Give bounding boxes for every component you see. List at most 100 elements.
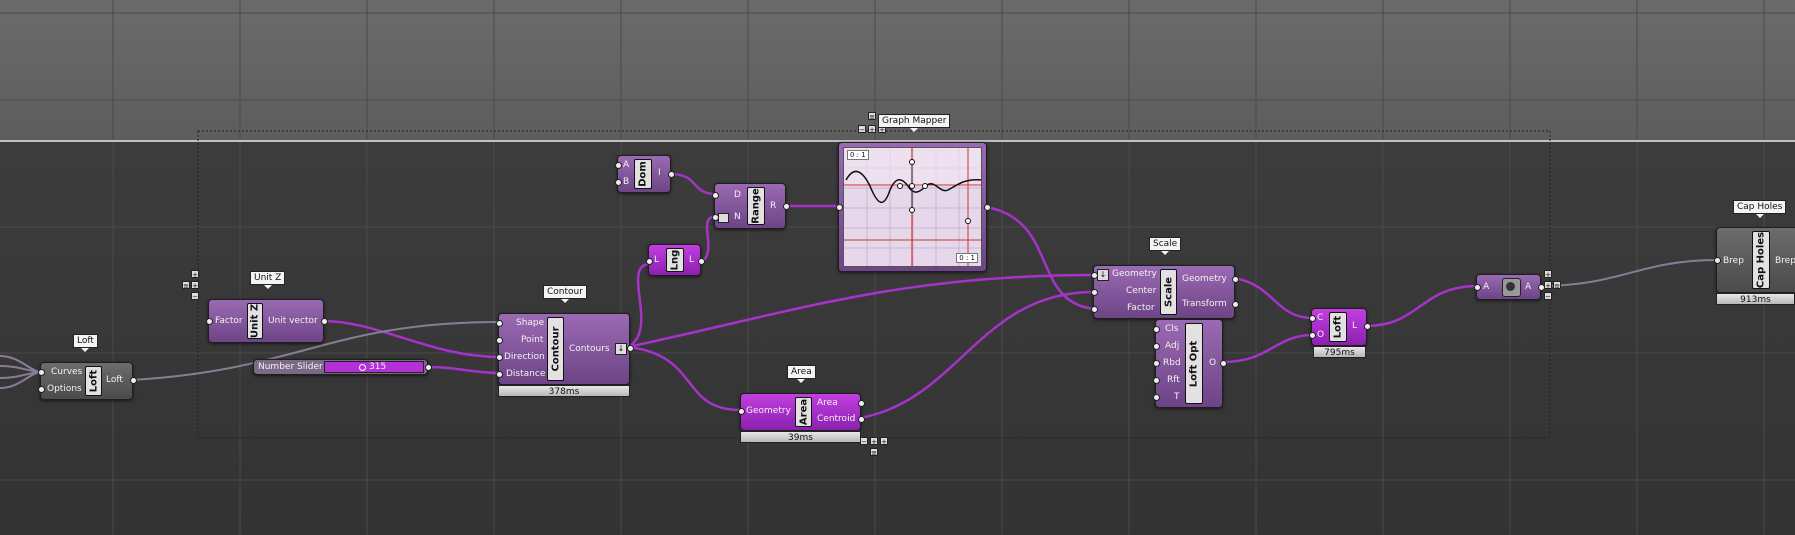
port[interactable] <box>858 416 865 423</box>
contour-component[interactable]: Shape Point Direction Distance Contour C… <box>498 313 630 385</box>
graph-plot-area[interactable]: 0 : 1 0 : 1 <box>843 147 982 267</box>
loftopt-input-rbd[interactable]: Rbd <box>1163 357 1181 369</box>
dom-input-b[interactable]: B <box>623 176 629 188</box>
scale-output-geometry[interactable]: Geometry <box>1182 273 1227 285</box>
area-output-area[interactable]: Area <box>817 397 838 409</box>
port[interactable] <box>1091 289 1098 296</box>
port[interactable] <box>206 318 213 325</box>
port[interactable] <box>1091 272 1098 279</box>
port[interactable] <box>984 204 991 211</box>
port[interactable] <box>130 377 137 384</box>
port[interactable] <box>836 204 843 211</box>
graph-mapper-component[interactable]: 0 : 1 0 : 1 <box>838 142 987 272</box>
port[interactable] <box>1538 284 1545 291</box>
area-output-centroid[interactable]: Centroid <box>817 413 855 425</box>
group-control[interactable]: + <box>191 270 199 279</box>
group-control[interactable]: + <box>880 437 888 446</box>
port[interactable] <box>1714 257 1721 264</box>
port[interactable] <box>1220 360 1227 367</box>
loftopt-input-t[interactable]: T <box>1174 391 1180 403</box>
relay-input[interactable]: A <box>1483 281 1489 293</box>
port[interactable] <box>1153 377 1160 384</box>
canvas[interactable]: + ≡ + − ≡ − + + − + + ≡ + + ≡ − Loft Cur… <box>0 0 1795 535</box>
loft-options-component[interactable]: Cls Adj Rbd Rft T Loft Opt O <box>1155 319 1223 408</box>
slider-grip[interactable] <box>359 364 366 371</box>
port[interactable] <box>496 371 503 378</box>
port[interactable] <box>668 171 675 178</box>
scale-input-center[interactable]: Center <box>1126 285 1156 297</box>
scale-input-factor[interactable]: Factor <box>1127 302 1155 314</box>
loft-input-options[interactable]: Options <box>47 383 82 395</box>
port[interactable] <box>425 364 432 371</box>
lng-input[interactable]: L <box>654 254 659 266</box>
loftopt-input-cls[interactable]: Cls <box>1165 323 1178 335</box>
group-control[interactable]: + <box>868 125 876 134</box>
range-input-d[interactable]: D <box>734 189 741 201</box>
group-control[interactable]: + <box>1544 281 1552 290</box>
range-output[interactable]: R <box>770 200 776 212</box>
port[interactable] <box>321 318 328 325</box>
port[interactable] <box>738 408 745 415</box>
loftopt-output[interactable]: O <box>1209 357 1216 369</box>
port[interactable] <box>1364 323 1371 330</box>
loft-2-component[interactable]: C O Loft L <box>1311 308 1367 346</box>
dom-input-a[interactable]: A <box>623 159 629 171</box>
capholes-output[interactable]: Brep <box>1775 255 1795 267</box>
group-control[interactable]: − <box>191 292 199 301</box>
port[interactable] <box>38 369 45 376</box>
port[interactable] <box>1232 276 1239 283</box>
slider-track[interactable]: 315 <box>324 361 424 373</box>
group-control[interactable]: ≡ <box>182 281 190 290</box>
port[interactable] <box>712 214 719 221</box>
port[interactable] <box>858 400 865 407</box>
port[interactable] <box>1309 332 1316 339</box>
loftopt-input-rft[interactable]: Rft <box>1167 374 1180 386</box>
port[interactable] <box>627 345 634 352</box>
port[interactable] <box>1153 394 1160 401</box>
loft2-input-c[interactable]: C <box>1317 312 1323 324</box>
group-control[interactable]: + <box>870 437 878 446</box>
loft-input-curves[interactable]: Curves <box>51 366 82 378</box>
port[interactable] <box>1474 284 1481 291</box>
group-control[interactable]: − <box>1544 292 1552 301</box>
loftopt-input-adj[interactable]: Adj <box>1165 340 1179 352</box>
cap-holes-component[interactable]: Brep Cap Holes Brep <box>1716 227 1795 293</box>
group-control[interactable]: ≡ <box>1553 281 1561 290</box>
port[interactable] <box>615 162 622 169</box>
port[interactable] <box>1232 301 1239 308</box>
port[interactable] <box>1153 343 1160 350</box>
group-control[interactable]: + <box>191 281 199 290</box>
scale-input-geometry[interactable]: Geometry <box>1112 268 1157 280</box>
port[interactable] <box>698 258 705 265</box>
port[interactable] <box>712 192 719 199</box>
area-input-geometry[interactable]: Geometry <box>746 405 791 417</box>
number-slider[interactable]: Number Slider 315 <box>253 359 428 375</box>
relay-output[interactable]: A <box>1525 281 1531 293</box>
unitz-component[interactable]: Factor Unit Z Unit vector <box>208 299 324 343</box>
loft2-output[interactable]: L <box>1352 320 1357 332</box>
contour-input-distance[interactable]: Distance <box>506 368 545 380</box>
capholes-input[interactable]: Brep <box>1723 255 1744 267</box>
range-component[interactable]: D N Range R <box>714 183 786 229</box>
group-control[interactable]: − <box>860 437 868 446</box>
group-control[interactable]: − <box>858 125 866 134</box>
contour-input-direction[interactable]: Direction <box>504 351 545 363</box>
port[interactable] <box>38 386 45 393</box>
loft2-input-o[interactable]: O <box>1317 329 1324 341</box>
lng-component[interactable]: L Lng L <box>648 244 701 276</box>
range-input-n[interactable]: N <box>734 211 741 223</box>
scale-output-transform[interactable]: Transform <box>1182 298 1227 310</box>
dom-output[interactable]: I <box>658 167 661 179</box>
contour-output[interactable]: Contours <box>569 343 610 355</box>
loft-output[interactable]: Loft <box>106 374 123 386</box>
port[interactable] <box>1153 326 1160 333</box>
unitz-output[interactable]: Unit vector <box>268 315 318 327</box>
lng-output[interactable]: L <box>689 254 694 266</box>
group-control[interactable]: ≡ <box>870 448 878 457</box>
port[interactable] <box>615 179 622 186</box>
port[interactable] <box>1309 315 1316 322</box>
contour-input-shape[interactable]: Shape <box>516 317 544 329</box>
port[interactable] <box>646 258 653 265</box>
unitz-input-factor[interactable]: Factor <box>215 315 243 327</box>
relay-component[interactable]: A A <box>1476 274 1541 300</box>
